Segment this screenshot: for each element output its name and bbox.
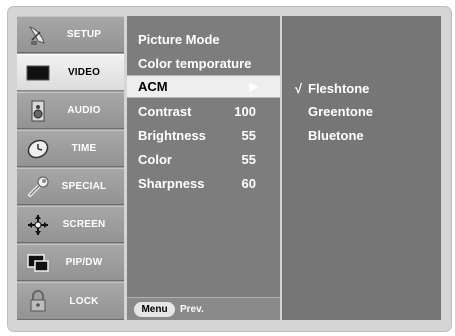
menu-button[interactable]: Menu bbox=[134, 301, 175, 317]
menu-item-color[interactable]: Color 55 bbox=[127, 149, 280, 170]
clock-icon bbox=[26, 137, 50, 161]
menu-item-label: Brightness bbox=[138, 128, 206, 143]
sidebar-item-setup[interactable]: SETUP bbox=[17, 16, 124, 53]
acm-submenu: √ Fleshtone Greentone Bluetone bbox=[282, 16, 441, 320]
video-settings-panel: Picture Mode Color temporature ACM ▶ Con… bbox=[127, 16, 280, 320]
sidebar: SETUP VIDEO AUDIO TIME SPECIAL SCREEN PI… bbox=[17, 16, 124, 320]
sidebar-item-special[interactable]: SPECIAL bbox=[17, 168, 124, 205]
option-greentone[interactable]: Greentone bbox=[282, 101, 441, 121]
prev-label: Prev. bbox=[180, 303, 204, 315]
menu-item-value: 55 bbox=[241, 128, 256, 143]
menu-item-label: Sharpness bbox=[138, 176, 205, 191]
option-label: Fleshtone bbox=[308, 80, 370, 96]
menu-item-value: 100 bbox=[234, 104, 256, 119]
menu-item-label: ACM bbox=[138, 79, 168, 94]
menu-item-label: Picture Mode bbox=[138, 32, 220, 47]
sidebar-item-time[interactable]: TIME bbox=[17, 130, 124, 167]
speaker-icon bbox=[26, 99, 50, 123]
sidebar-item-label: PIP/DW bbox=[65, 257, 103, 268]
divider bbox=[127, 97, 280, 98]
sidebar-item-video[interactable]: VIDEO bbox=[17, 54, 124, 91]
padlock-icon bbox=[26, 289, 50, 313]
option-label: Bluetone bbox=[308, 127, 364, 143]
sidebar-item-audio[interactable]: AUDIO bbox=[17, 92, 124, 129]
sidebar-item-label: SETUP bbox=[66, 29, 102, 40]
pip-windows-icon bbox=[26, 251, 50, 275]
menu-item-label: Color temporature bbox=[138, 56, 252, 71]
menu-item-brightness[interactable]: Brightness 55 bbox=[127, 125, 280, 146]
sidebar-item-label: LOCK bbox=[69, 295, 99, 307]
wrench-icon bbox=[26, 175, 50, 199]
menu-item-color-temperature[interactable]: Color temporature bbox=[127, 53, 280, 74]
menu-item-contrast[interactable]: Contrast 100 bbox=[127, 101, 280, 122]
satellite-dish-icon bbox=[26, 23, 50, 47]
sidebar-item-pip-dw[interactable]: PIP/DW bbox=[17, 244, 124, 281]
sidebar-item-label: VIDEO bbox=[67, 67, 101, 78]
check-icon: √ bbox=[294, 80, 302, 96]
footer-bar: Menu Prev. bbox=[127, 297, 280, 320]
arrow-right-icon: ▶ bbox=[249, 81, 258, 93]
menu-item-value: 55 bbox=[241, 152, 256, 167]
sidebar-item-label: AUDIO bbox=[67, 105, 101, 116]
sidebar-item-screen[interactable]: SCREEN bbox=[17, 206, 124, 243]
tv-screen-icon bbox=[26, 61, 50, 85]
menu-item-value: 60 bbox=[241, 176, 256, 191]
sidebar-item-label: SCREEN bbox=[62, 219, 106, 230]
option-fleshtone[interactable]: √ Fleshtone bbox=[282, 78, 441, 98]
menu-item-sharpness[interactable]: Sharpness 60 bbox=[127, 173, 280, 194]
menu-item-label: Contrast bbox=[138, 104, 192, 119]
sidebar-item-label: SPECIAL bbox=[61, 181, 107, 192]
sidebar-item-lock[interactable]: LOCK bbox=[17, 282, 124, 320]
option-label: Greentone bbox=[308, 103, 374, 119]
menu-item-label: Color bbox=[138, 152, 172, 167]
cross-arrows-icon bbox=[26, 213, 50, 237]
sidebar-item-label: TIME bbox=[71, 143, 97, 154]
menu-item-picture-mode[interactable]: Picture Mode bbox=[127, 29, 280, 50]
option-bluetone[interactable]: Bluetone bbox=[282, 125, 441, 145]
menu-item-acm[interactable]: ACM ▶ bbox=[127, 76, 280, 97]
